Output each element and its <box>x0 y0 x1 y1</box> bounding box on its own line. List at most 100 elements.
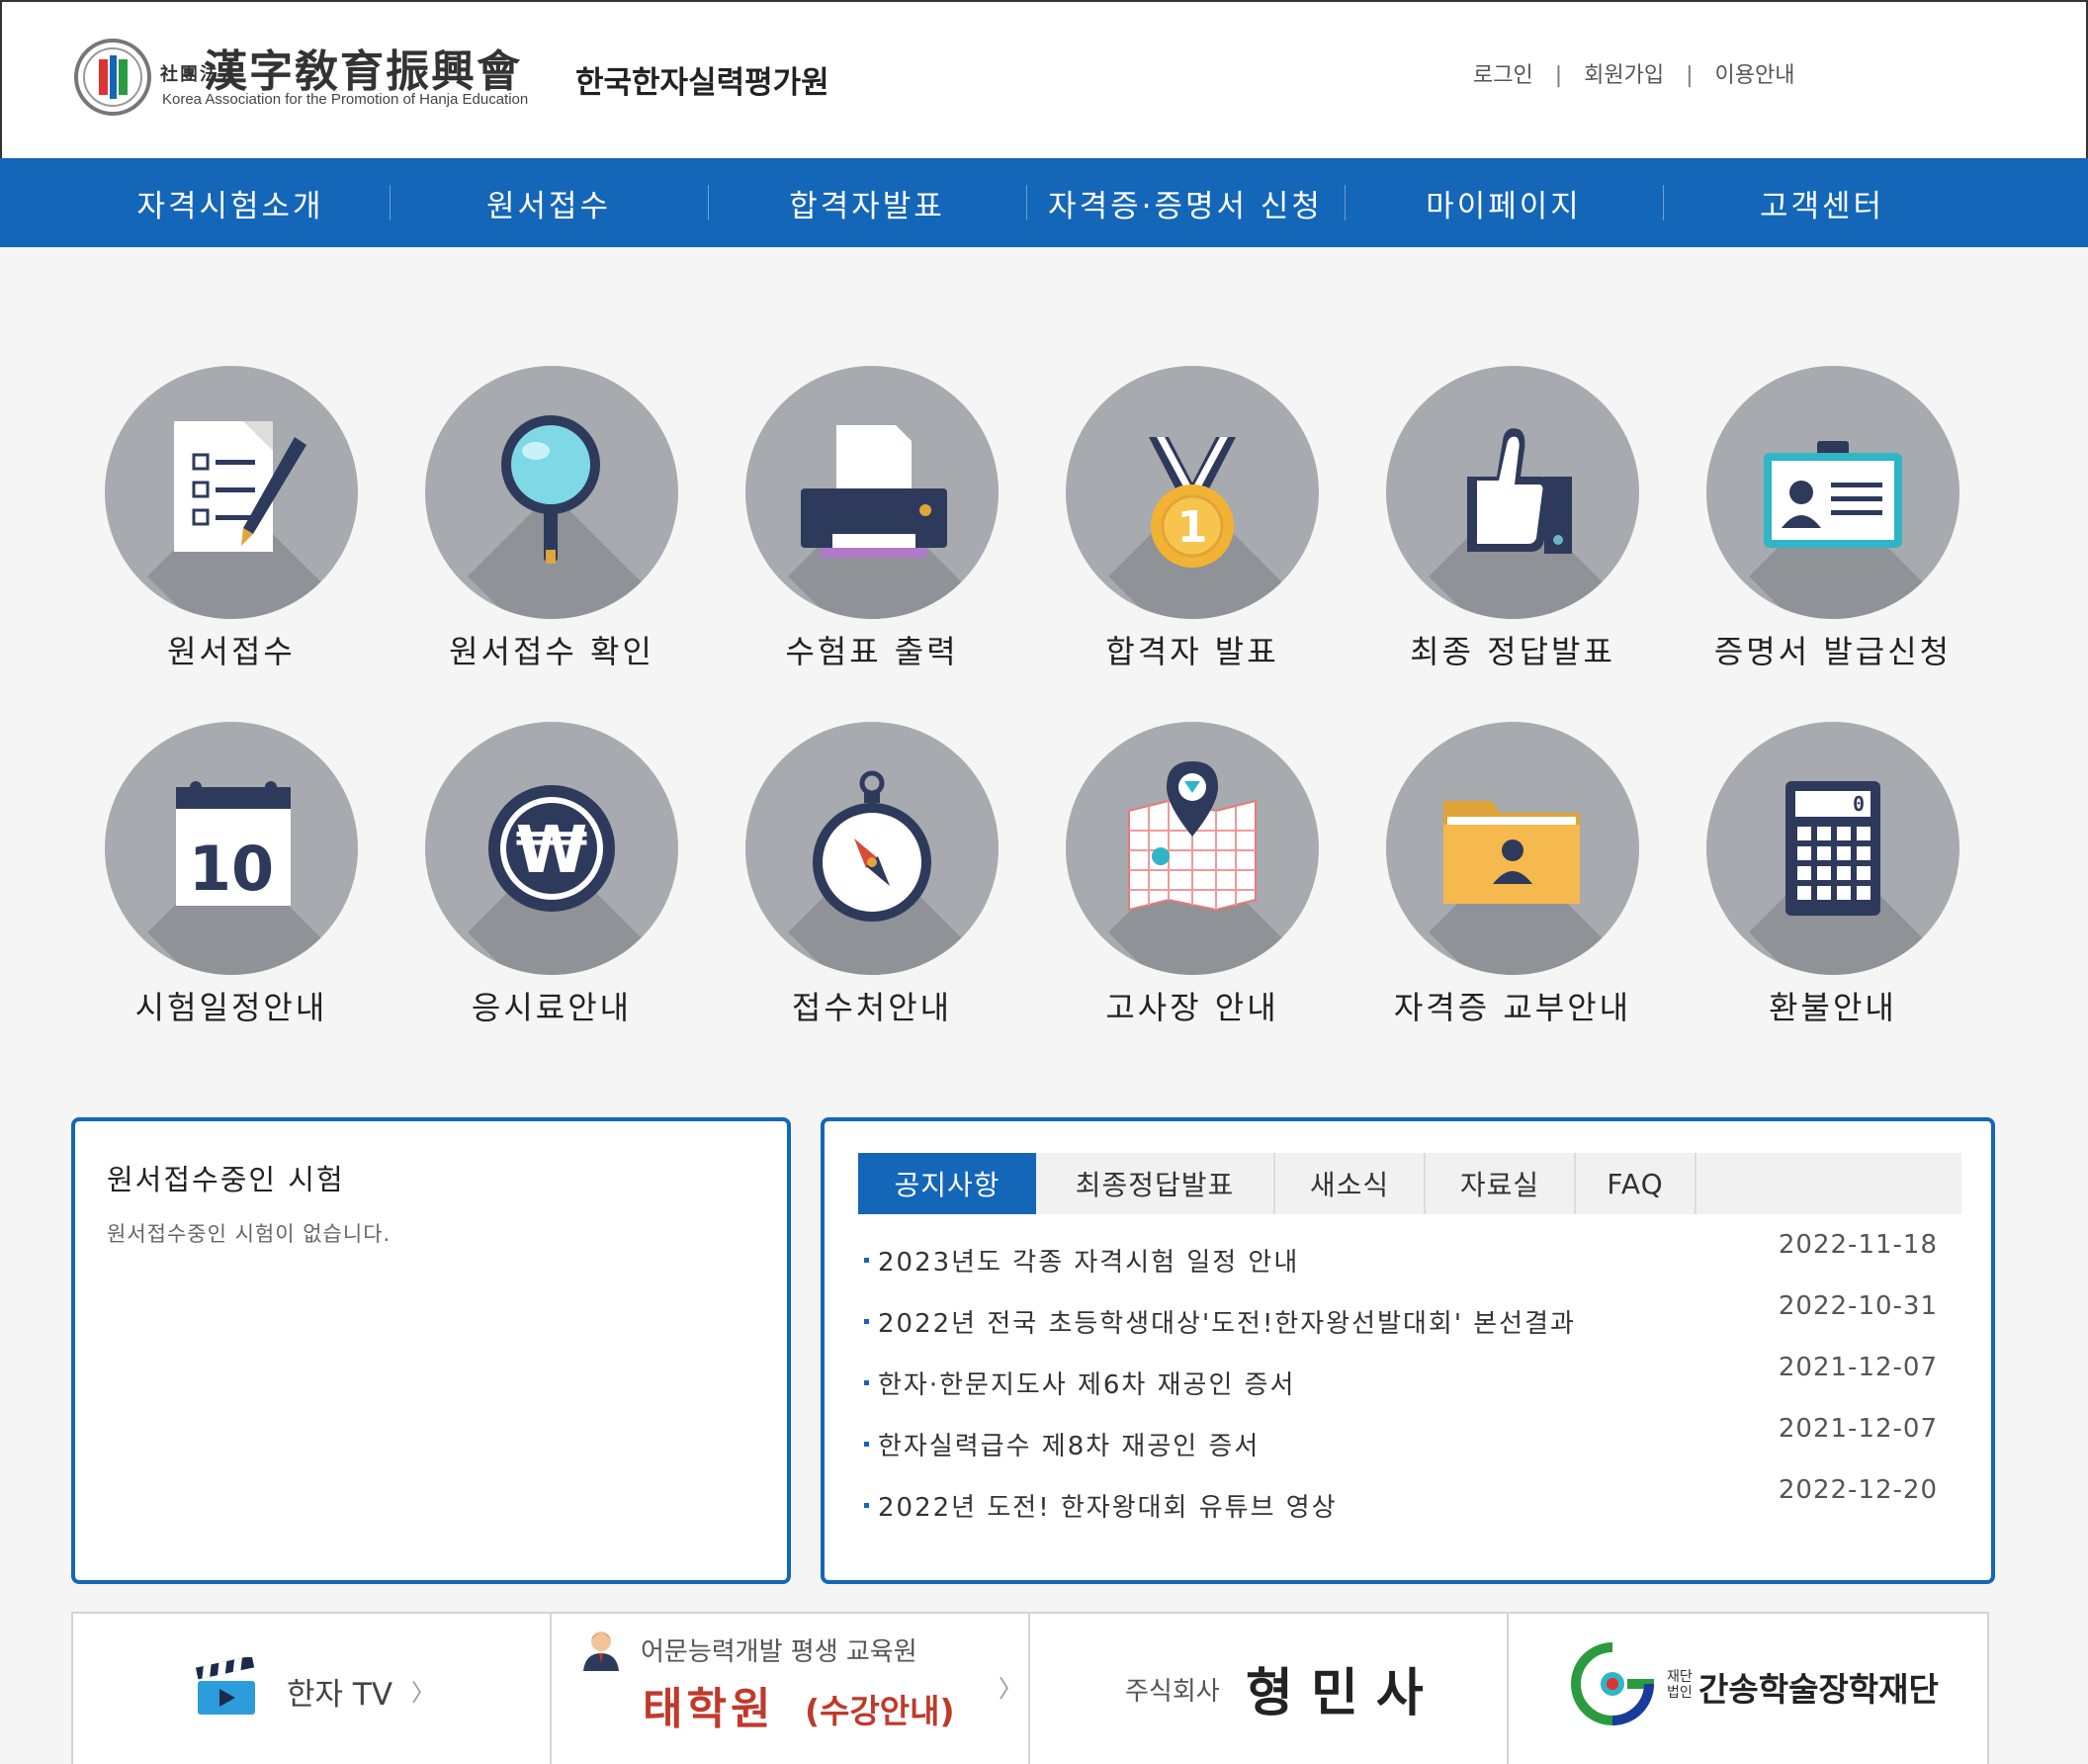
banner-prefix: 주식회사 <box>1125 1677 1220 1707</box>
bullet <box>864 1319 869 1324</box>
quick-menu-print-ticket[interactable]: 수험표 출력 <box>724 366 1020 692</box>
banner-subtitle: 어문능력개발 평생 교육원 <box>641 1637 917 1667</box>
thumbs-up-icon <box>1386 366 1639 619</box>
tab-notice[interactable]: 공지사항 <box>858 1153 1036 1214</box>
nav-item-application[interactable]: 원서접수 <box>390 158 708 247</box>
tab-news[interactable]: 새소식 <box>1275 1153 1426 1214</box>
notice-title[interactable]: 2022년 도전! 한자왕대회 유튜브 영상 <box>878 1487 1338 1524</box>
printer-icon <box>745 366 999 619</box>
org-emblem-icon[interactable] <box>73 38 152 117</box>
bullet <box>864 1442 869 1447</box>
quick-menu-label: 수험표 출력 <box>785 633 959 670</box>
nav-item-certificate[interactable]: 자격증·증명서 신청 <box>1026 158 1345 247</box>
compass-icon <box>745 722 999 975</box>
quick-menu-label: 최종 정답발표 <box>1410 633 1615 670</box>
notice-item[interactable]: 한자실력급수 제8차 재공인 증서 2021-12-07 <box>864 1414 1952 1463</box>
magnifier-icon <box>425 366 678 619</box>
main-navigation: 자격시험소개 원서접수 합격자발표 자격증·증명서 신청 마이페이지 고객센터 <box>0 158 2088 247</box>
quick-menu-final-answers[interactable]: 최종 정답발표 <box>1364 366 1661 692</box>
quick-menu-test-site[interactable]: 고사장 안내 <box>1044 722 1341 1048</box>
guide-link[interactable]: 이용안내 <box>1715 63 1795 88</box>
notice-title[interactable]: 한자실력급수 제8차 재공인 증서 <box>878 1426 1260 1462</box>
signup-link[interactable]: 회원가입 <box>1584 63 1664 88</box>
notice-title[interactable]: 2023년도 각종 자격시험 일정 안내 <box>878 1242 1299 1279</box>
svg-text:10: 10 <box>189 833 274 905</box>
notice-item[interactable]: 2022년 전국 초등학생대상'도전!한자왕선발대회' 본선결과 2022-10… <box>864 1291 1952 1341</box>
quick-menu-refund[interactable]: 0 환불안내 <box>1685 722 1981 1048</box>
quick-menu-label: 환불안내 <box>1769 989 1897 1026</box>
id-card-icon <box>1706 366 1959 619</box>
calendar-icon: 10 <box>105 722 358 975</box>
tab-final-answers[interactable]: 최종정답발표 <box>1036 1153 1275 1214</box>
quick-menu-label: 고사장 안내 <box>1105 989 1279 1026</box>
quick-menu-label: 합격자 발표 <box>1105 633 1279 670</box>
quick-menu-label: 증명서 발급신청 <box>1713 633 1953 670</box>
empty-message: 원서접수중인 시험이 없습니다. <box>107 1222 392 1246</box>
quick-menu-certificate-request[interactable]: 증명서 발급신청 <box>1685 366 1981 692</box>
quick-menu-label: 자격증 교부안내 <box>1393 989 1632 1026</box>
won-coin-icon: ₩ <box>425 722 678 975</box>
quick-menu-label: 원서접수 확인 <box>449 633 654 670</box>
nav-item-mypage[interactable]: 마이페이지 <box>1345 158 1663 247</box>
quick-menu-certificate-issue[interactable]: 자격증 교부안내 <box>1364 722 1661 1048</box>
notice-date: 2021-12-07 <box>1778 1353 1938 1382</box>
login-link[interactable]: 로그인 <box>1473 63 1533 88</box>
divider: | <box>1554 63 1563 88</box>
partner-banners: 한자 TV 〉 어문능력개발 평생 교육원 태학원 (수강안내) 〉 주식회사 … <box>71 1612 1989 1764</box>
quick-menu-results[interactable]: 1 합격자 발표 <box>1044 366 1341 692</box>
quick-menu-application[interactable]: 원서접수 <box>83 366 380 692</box>
tab-faq[interactable]: FAQ <box>1576 1153 1696 1214</box>
bullet <box>864 1503 869 1508</box>
divider: | <box>1686 63 1694 88</box>
svg-text:₩: ₩ <box>516 812 588 888</box>
svg-text:0: 0 <box>1853 792 1865 816</box>
quick-menu-label: 접수처안내 <box>791 989 953 1026</box>
nav-item-customer-center[interactable]: 고객센터 <box>1663 158 1981 247</box>
banner-label: 한자 TV <box>287 1677 393 1713</box>
banner-title: 태학원 <box>643 1684 775 1734</box>
notice-date: 2022-11-18 <box>1778 1230 1938 1260</box>
quick-menu-label: 시험일정안내 <box>134 989 328 1026</box>
quick-menu-reception-office[interactable]: 접수처안내 <box>724 722 1020 1048</box>
org-name-korean[interactable]: 한국한자실력평가원 <box>575 57 829 102</box>
utility-links: 로그인 | 회원가입 | 이용안내 <box>1473 57 1795 89</box>
quick-menu-fee[interactable]: ₩ 응시료안내 <box>403 722 700 1048</box>
quick-menu-label: 응시료안내 <box>471 989 633 1026</box>
notice-date: 2022-12-20 <box>1778 1475 1938 1505</box>
quick-menu-application-check[interactable]: 원서접수 확인 <box>403 366 700 692</box>
teacher-icon <box>579 1628 623 1671</box>
open-exams-panel: 원서접수중인 시험 원서접수중인 시험이 없습니다. <box>71 1117 791 1584</box>
org-name-english: Korea Association for the Promotion of H… <box>162 91 529 108</box>
org-type-hanja: 社團法人 <box>160 63 239 85</box>
nav-item-results[interactable]: 합격자발표 <box>708 158 1026 247</box>
banner-hanja-tv[interactable]: 한자 TV 〉 <box>73 1614 552 1764</box>
banner-title: 형 민 사 <box>1246 1663 1424 1723</box>
notice-title[interactable]: 2022년 전국 초등학생대상'도전!한자왕선발대회' 본선결과 <box>878 1303 1576 1340</box>
notice-item[interactable]: 2022년 도전! 한자왕대회 유튜브 영상 2022-12-20 <box>864 1475 1952 1525</box>
notice-title[interactable]: 한자·한문지도사 제6차 재공인 증서 <box>878 1365 1295 1401</box>
board-tabs: 공지사항 최종정답발표 새소식 자료실 FAQ <box>858 1153 1961 1214</box>
clapperboard-icon <box>195 1655 257 1719</box>
quick-menu-schedule[interactable]: 10 시험일정안내 <box>83 722 380 1048</box>
bullet <box>864 1380 869 1385</box>
banner-hyeongminsa[interactable]: 주식회사 형 민 사 <box>1030 1614 1509 1764</box>
course-info-link[interactable]: (수강안내) <box>805 1685 955 1732</box>
panel-title: 원서접수중인 시험 <box>107 1163 345 1196</box>
nav-item-exam-intro[interactable]: 자격시험소개 <box>71 158 390 247</box>
notice-item[interactable]: 한자·한문지도사 제6차 재공인 증서 2021-12-07 <box>864 1353 1952 1402</box>
notice-item[interactable]: 2023년도 각종 자격시험 일정 안내 2022-11-18 <box>864 1230 1952 1279</box>
board-panel: 공지사항 최종정답발표 새소식 자료실 FAQ 2023년도 각종 자격시험 일… <box>821 1117 1995 1584</box>
banner-title: 간송학술장학재단 <box>1698 1670 1939 1709</box>
org-name-hanja[interactable]: 社團法人漢字敎育振興會 <box>160 36 522 99</box>
notice-date: 2021-12-07 <box>1778 1414 1938 1444</box>
map-pin-icon <box>1066 722 1319 975</box>
bullet <box>864 1258 869 1263</box>
site-header: 社團法人漢字敎育振興會 Korea Association for the Pr… <box>0 0 2088 158</box>
tab-archive[interactable]: 자료실 <box>1426 1153 1576 1214</box>
application-form-icon <box>105 366 358 619</box>
banner-gansong[interactable]: 재단 법인 간송학술장학재단 <box>1509 1614 1989 1764</box>
folder-person-icon <box>1386 722 1639 975</box>
banner-taehakwon[interactable]: 어문능력개발 평생 교육원 태학원 (수강안내) 〉 <box>552 1614 1030 1764</box>
banner-prefix: 재단 법인 <box>1667 1669 1693 1701</box>
svg-text:1: 1 <box>1177 502 1208 553</box>
